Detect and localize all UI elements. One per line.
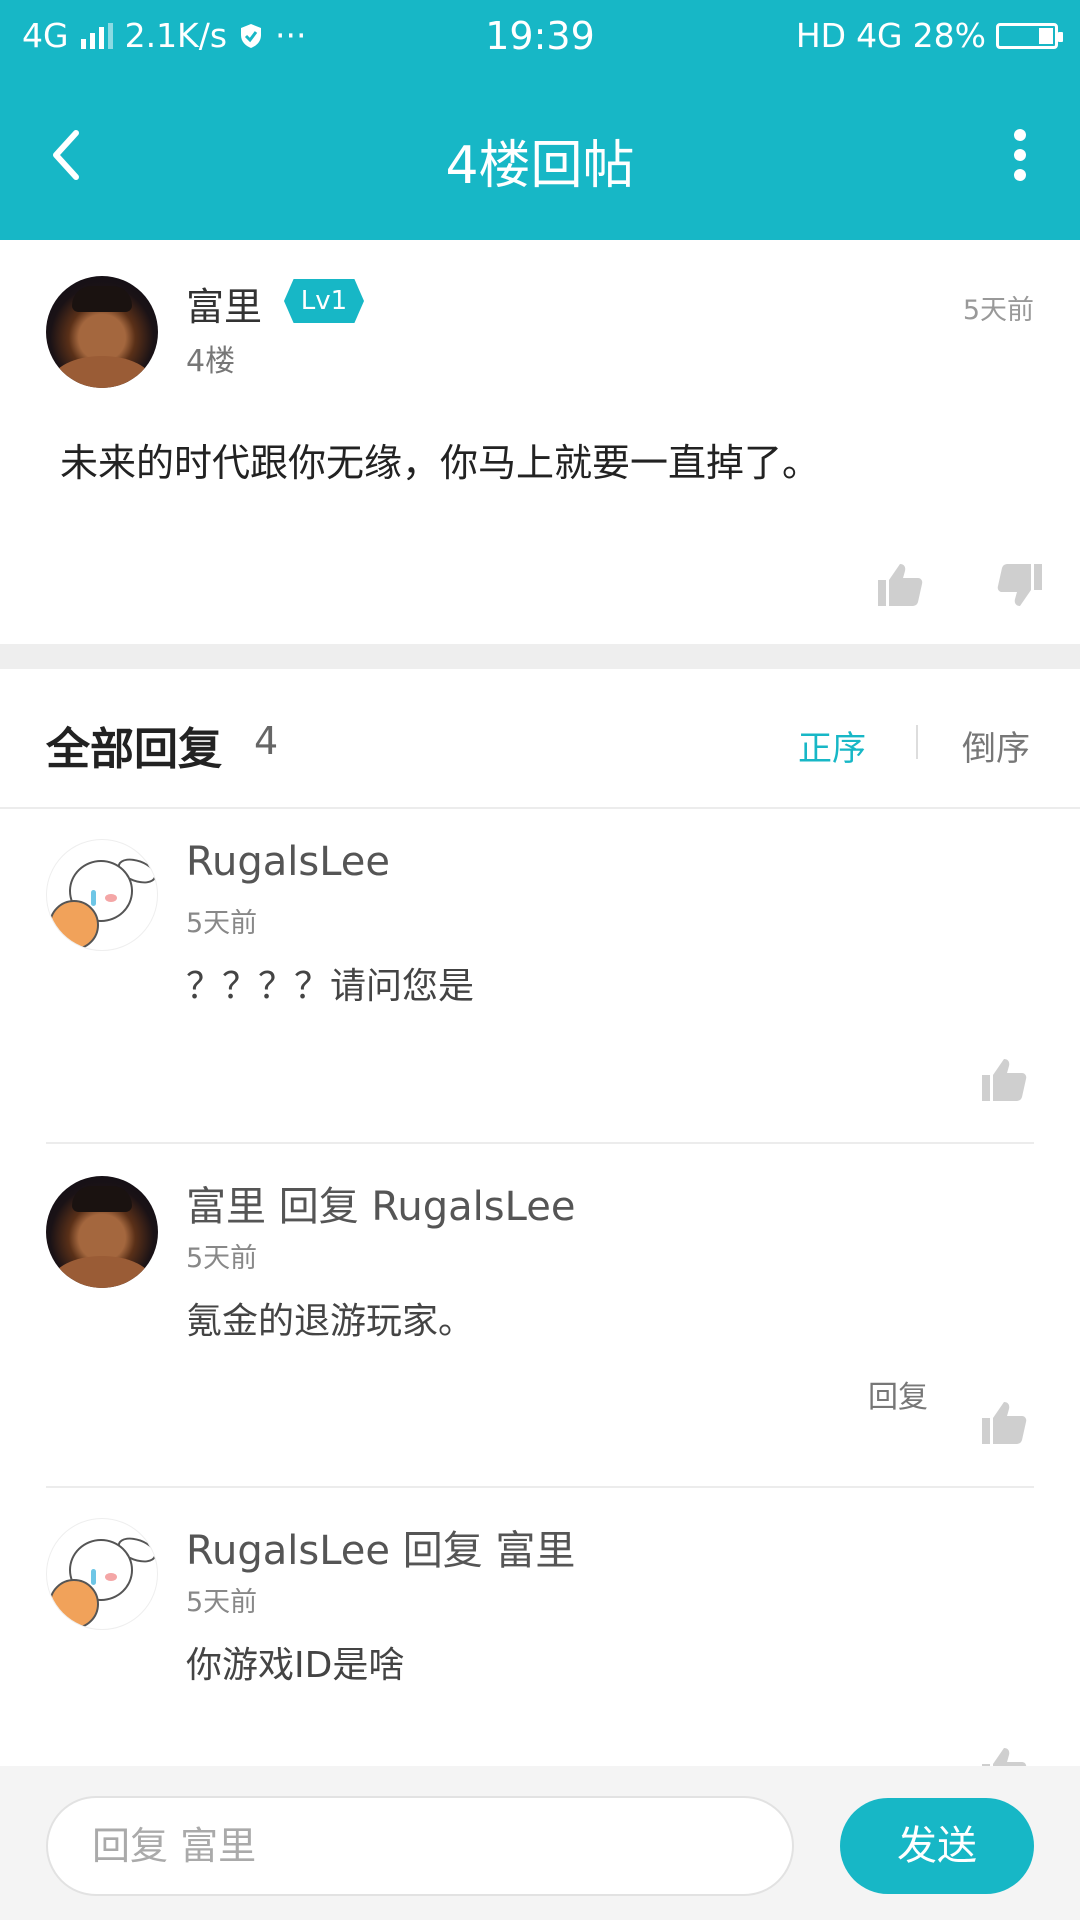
floor-number: 4楼	[186, 344, 236, 379]
post-time: 5天前	[962, 295, 1034, 326]
reply-item: RugalsLee 回复 富里 5天前 你游戏ID是啥	[0, 1488, 1080, 1766]
post-content: 未来的时代跟你无缘，你马上就要一直掉了。	[60, 441, 821, 485]
replies-count: 4	[254, 719, 279, 763]
thumbs-up-icon[interactable]	[980, 1055, 1028, 1103]
reply-time: 5天前	[186, 1587, 258, 1618]
reply-input[interactable]: 回复 富里	[46, 1796, 794, 1896]
reply-content: ？？？？请问您是	[186, 966, 475, 1007]
reply-content: 你游戏ID是啥	[186, 1645, 405, 1686]
reply-time: 5天前	[186, 908, 258, 939]
sort-descending-button[interactable]: 倒序	[962, 721, 1030, 770]
reply-avatar[interactable]	[46, 1176, 158, 1288]
reply-item: 富里 回复 RugalsLee 5天前 氪金的退游玩家。 回复	[0, 1144, 1080, 1488]
reply-button[interactable]: 回复	[868, 1372, 928, 1416]
hd-indicator: HD	[795, 16, 847, 55]
page-title: 4楼回帖	[445, 136, 635, 196]
original-post: 富里 Lv1 4楼 5天前 未来的时代跟你无缘，你马上就要一直掉了。	[0, 240, 1080, 644]
battery-percent: 28%	[912, 16, 986, 55]
reply-item: RugalsLee 5天前 ？？？？请问您是	[0, 809, 1080, 1144]
section-divider	[0, 644, 1080, 669]
thumbs-down-icon[interactable]	[996, 562, 1044, 610]
reply-author[interactable]: 富里 回复 RugalsLee	[186, 1174, 575, 1232]
thumbs-up-icon[interactable]	[980, 1744, 1028, 1766]
level-badge: Lv1	[284, 279, 364, 323]
thumbs-up-icon[interactable]	[876, 560, 924, 608]
sort-separator	[916, 725, 918, 759]
reply-author[interactable]: RugalsLee	[186, 839, 390, 885]
author-name[interactable]: 富里	[186, 276, 262, 331]
reply-composer: 回复 富里 发送	[0, 1766, 1080, 1920]
reply-avatar[interactable]	[46, 1518, 158, 1630]
network-type-2: 4G	[856, 16, 903, 55]
replies-header: 全部回复 4 正序 倒序	[0, 669, 1080, 809]
more-options-icon[interactable]	[1010, 127, 1030, 183]
status-right: HD 4G 28%	[795, 16, 1063, 55]
send-button[interactable]: 发送	[840, 1798, 1034, 1894]
replies-title: 全部回复	[46, 724, 222, 775]
status-bar: 4G 2.1K/s ··· 19:39 HD 4G 28%	[0, 0, 1080, 75]
battery-icon	[996, 22, 1063, 49]
thumbs-up-icon[interactable]	[980, 1398, 1028, 1446]
title-bar: 4楼回帖	[0, 75, 1080, 240]
author-avatar[interactable]	[46, 276, 158, 388]
reply-content: 氪金的退游玩家。	[186, 1301, 475, 1342]
sort-ascending-button[interactable]: 正序	[798, 721, 866, 770]
reply-author[interactable]: RugalsLee 回复 富里	[186, 1518, 575, 1576]
reply-avatar[interactable]	[46, 839, 158, 951]
reply-time: 5天前	[186, 1243, 258, 1274]
